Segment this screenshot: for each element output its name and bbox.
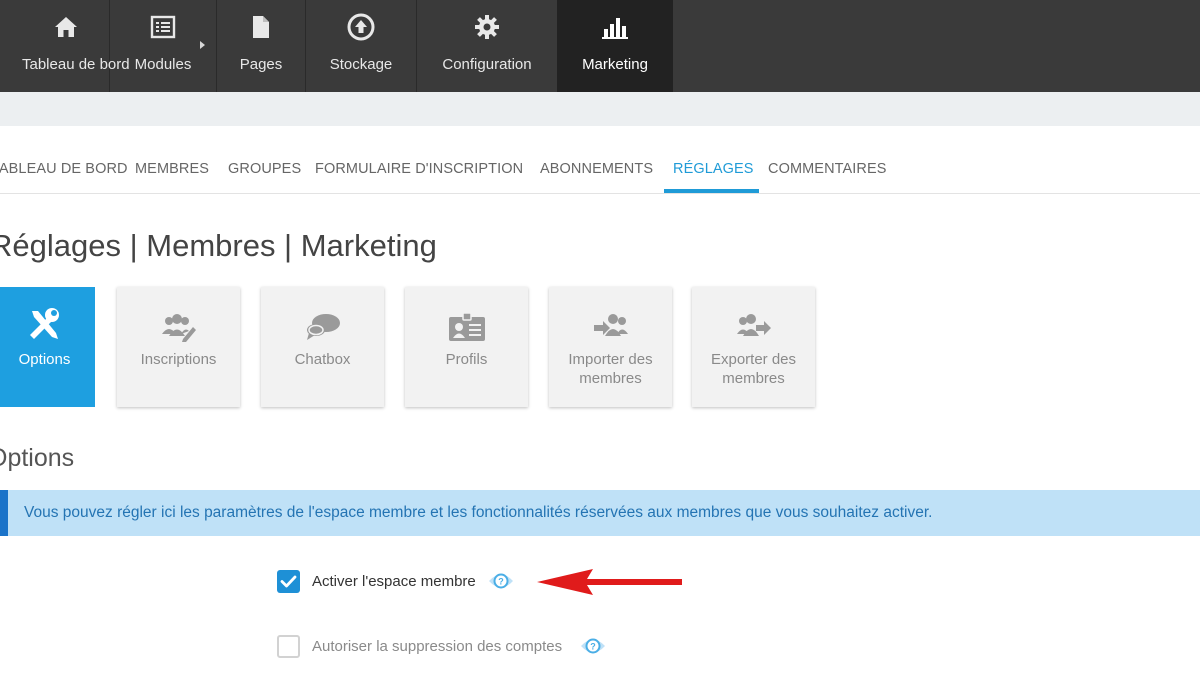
tile-label: Profils <box>445 351 488 368</box>
tab-comments[interactable]: COMMENTAIRES <box>768 161 887 177</box>
tile-chatbox[interactable]: Chatbox <box>261 287 384 407</box>
nav-item-pages[interactable]: Pages <box>217 0 306 92</box>
id-card-icon <box>405 309 528 345</box>
tile-export-members[interactable]: Exporter des membres <box>692 287 815 407</box>
tab-dashboard[interactable]: TABLEAU DE BORD <box>0 161 128 177</box>
enable-member-area-checkbox[interactable] <box>277 570 300 593</box>
info-message: Vous pouvez régler ici les paramètres de… <box>24 504 933 521</box>
svg-text:?: ? <box>590 642 596 652</box>
tab-groups[interactable]: GROUPES <box>228 161 301 177</box>
enable-member-area-label[interactable]: Activer l'espace membre <box>312 573 476 590</box>
chat-icon <box>261 309 384 345</box>
nav-item-configuration[interactable]: Configuration <box>417 0 557 92</box>
nav-item-label: Modules <box>134 56 192 73</box>
tile-label: Options <box>18 351 71 368</box>
gear-icon <box>417 12 557 42</box>
import-users-icon <box>549 309 672 345</box>
help-icon[interactable]: ? <box>488 570 514 592</box>
allow-account-deletion-checkbox[interactable] <box>277 635 300 658</box>
nav-item-label: Pages <box>239 56 283 73</box>
section-title: Options <box>0 444 75 472</box>
nav-item-storage[interactable]: Stockage <box>306 0 417 92</box>
tab-members[interactable]: MEMBRES <box>135 161 209 177</box>
allow-account-deletion-label[interactable]: Autoriser la suppression des comptes <box>312 638 562 655</box>
page-title: Réglages | Membres | Marketing <box>0 228 437 263</box>
nav-item-dashboard[interactable]: Tableau de bord <box>0 0 130 92</box>
tile-import-members[interactable]: Importer des membres <box>549 287 672 407</box>
tile-label: Chatbox <box>294 351 351 368</box>
tab-settings[interactable]: RÉGLAGES <box>673 161 754 177</box>
nav-item-label: Stockage <box>329 56 393 73</box>
submenu-caret-icon <box>200 41 205 49</box>
page-icon <box>217 12 305 42</box>
checkmark-icon <box>280 575 297 588</box>
tile-inscriptions[interactable]: Inscriptions <box>117 287 240 407</box>
nav-item-marketing[interactable]: Marketing <box>557 0 673 92</box>
home-icon <box>0 12 109 42</box>
nav-item-label: Configuration <box>442 56 532 73</box>
tile-options[interactable]: Options <box>0 287 95 407</box>
modules-icon <box>110 12 216 42</box>
tile-label: Exporter des membres <box>710 351 797 387</box>
top-navigation: Tableau de bord Modules Pages Stockage C… <box>0 0 1200 92</box>
tab-registration-form[interactable]: FORMULAIRE D'INSCRIPTION <box>315 161 523 177</box>
red-arrow-annotation <box>537 569 682 595</box>
bar-chart-icon <box>557 12 673 42</box>
tile-profiles[interactable]: Profils <box>405 287 528 407</box>
tab-subscriptions[interactable]: ABONNEMENTS <box>540 161 653 177</box>
tools-icon <box>0 307 95 343</box>
svg-text:?: ? <box>498 577 504 587</box>
sub-tabs: TABLEAU DE BORD MEMBRES GROUPES FORMULAI… <box>0 126 1200 194</box>
active-tab-indicator <box>664 189 759 193</box>
header-band <box>0 92 1200 126</box>
help-icon[interactable]: ? <box>580 635 606 657</box>
users-edit-icon <box>117 309 240 345</box>
export-users-icon <box>692 309 815 345</box>
nav-item-label: Marketing <box>582 56 648 73</box>
storage-icon <box>306 12 416 42</box>
tile-label: Importer des membres <box>568 351 653 387</box>
nav-item-label: Tableau de bord <box>22 56 130 73</box>
tile-label: Inscriptions <box>140 351 217 368</box>
